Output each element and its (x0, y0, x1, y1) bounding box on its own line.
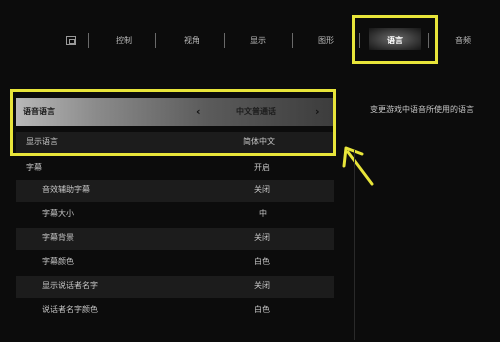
bumper-icon[interactable] (66, 36, 76, 45)
top-tab-bar: 控制 视角 显示 图形 语言 音频 (0, 0, 500, 75)
setting-value: 白色 (254, 305, 270, 314)
setting-row-subtitle-background[interactable]: 字幕背景 关闭 (16, 228, 334, 250)
setting-row-show-speaker-name[interactable]: 显示说话者名字 关闭 (16, 276, 334, 298)
tab-camera[interactable]: 视角 (184, 34, 200, 48)
tab-display[interactable]: 显示 (250, 34, 266, 48)
setting-description: 变更游戏中语音所使用的语言 (370, 105, 474, 114)
tab-audio[interactable]: 音频 (455, 34, 471, 48)
pointer-arrow-icon (342, 146, 374, 186)
tab-divider (292, 33, 293, 48)
language-tab-highlight (352, 15, 438, 64)
setting-row-subtitle-size[interactable]: 字幕大小 中 (16, 204, 334, 226)
setting-value: 关闭 (254, 281, 270, 290)
setting-row-subtitles[interactable]: 字幕 开启 (16, 158, 334, 180)
setting-value: 关闭 (254, 233, 270, 242)
setting-label: 显示说话者名字 (42, 281, 98, 290)
tab-graphics[interactable]: 图形 (318, 34, 334, 48)
setting-row-subtitle-color[interactable]: 字幕颜色 白色 (16, 252, 334, 274)
setting-label: 字幕大小 (42, 209, 74, 218)
tab-divider (224, 33, 225, 48)
setting-label: 说话者名字颜色 (42, 305, 98, 314)
setting-label: 字幕背景 (42, 233, 74, 242)
panel-divider (354, 150, 355, 340)
setting-value: 开启 (254, 163, 270, 172)
voice-display-highlight (10, 89, 336, 156)
setting-value: 白色 (254, 257, 270, 266)
tab-divider (88, 33, 89, 48)
setting-label: 字幕 (26, 163, 42, 172)
tab-divider (155, 33, 156, 48)
setting-row-speaker-name-color[interactable]: 说话者名字颜色 白色 (16, 300, 334, 322)
tab-controls[interactable]: 控制 (116, 34, 132, 48)
setting-row-sfx-subtitles[interactable]: 音效辅助字幕 关闭 (16, 180, 334, 202)
setting-label: 音效辅助字幕 (42, 185, 90, 194)
setting-value: 中 (259, 209, 267, 218)
setting-label: 字幕颜色 (42, 257, 74, 266)
setting-value: 关闭 (254, 185, 270, 194)
